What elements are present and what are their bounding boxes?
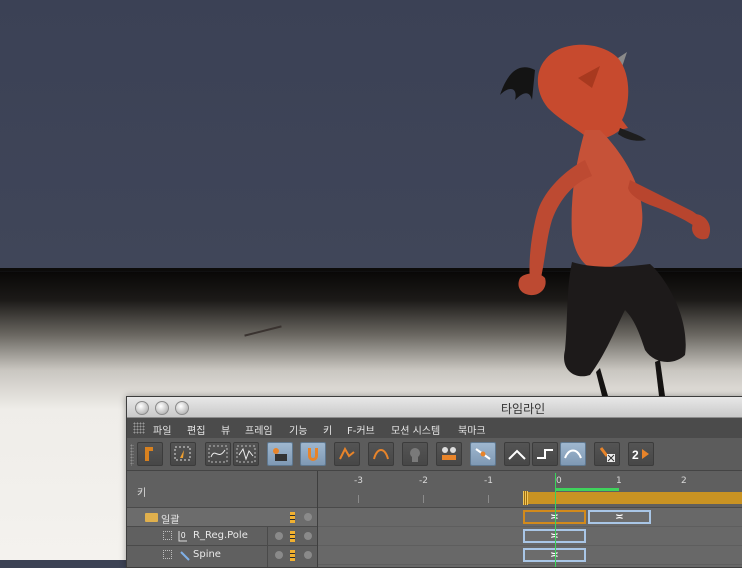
- step-icon: [537, 449, 553, 459]
- spline-button[interactable]: [560, 442, 586, 466]
- timeline-window[interactable]: 타임라인 파일 편집 뷰 프레임 기능 키 F-커브 모션 시스템 북마크 2 …: [126, 396, 742, 568]
- menu-motion-system[interactable]: 모션 시스템: [391, 422, 440, 437]
- menu-bookmark[interactable]: 북마크: [458, 422, 486, 437]
- track-list: 키 일괄 0 R_Reg.Pole Spine: [127, 471, 318, 567]
- tangent-icon: [475, 448, 491, 460]
- ruler-label: -3: [354, 476, 363, 486]
- double-key-button[interactable]: 2: [628, 442, 654, 466]
- linear-button[interactable]: [504, 442, 530, 466]
- fcurve-alt-button[interactable]: [233, 442, 259, 466]
- lock-icon[interactable]: [290, 550, 295, 561]
- bone-icon: [180, 551, 190, 561]
- ruler-tick: [488, 495, 489, 503]
- fcurve-wave-icon: [236, 445, 256, 463]
- zoom-button[interactable]: [175, 401, 189, 415]
- ruler-label: -2: [419, 476, 428, 486]
- track-label: 일괄: [161, 515, 180, 526]
- track-label: Spine: [193, 549, 221, 560]
- ruler-label: -1: [484, 476, 493, 486]
- curve-icon: [373, 449, 389, 460]
- lock-icon[interactable]: [290, 531, 295, 542]
- delete-key-icon: [599, 447, 615, 462]
- keyframe-block[interactable]: ≍: [588, 510, 651, 524]
- menu-bar: 파일 편집 뷰 프레임 기능 키 F-커브 모션 시스템 북마크: [127, 418, 742, 439]
- linear-icon: [508, 449, 526, 460]
- selection-icon: [174, 446, 191, 461]
- edit-tool-button[interactable]: [170, 442, 196, 466]
- track-label: R_Reg.Pole: [193, 530, 248, 541]
- menu-key[interactable]: 키: [323, 422, 332, 437]
- null-object-icon: 0: [178, 531, 187, 542]
- magnet-button[interactable]: [300, 442, 326, 466]
- folder-icon: [145, 513, 158, 522]
- playhead[interactable]: [555, 473, 556, 567]
- range-start-handle[interactable]: [523, 491, 528, 505]
- minimize-button[interactable]: [155, 401, 169, 415]
- timeline-toolbar: 2: [127, 438, 742, 471]
- record-key-button[interactable]: [137, 442, 163, 466]
- ghost-button[interactable]: [402, 442, 428, 466]
- fcurve-button[interactable]: [205, 442, 231, 466]
- menu-fcurve[interactable]: F-커브: [347, 422, 375, 437]
- toolbar-grip-icon[interactable]: [130, 444, 134, 466]
- current-range-indicator: [555, 488, 619, 491]
- window-title: 타임라인: [501, 402, 546, 416]
- track-row[interactable]: 0 R_Reg.Pole: [127, 527, 317, 545]
- visibility-dot-icon[interactable]: [275, 551, 283, 559]
- track-row[interactable]: Spine: [127, 546, 317, 564]
- key-track[interactable]: ≍ ≍: [318, 508, 742, 527]
- visibility-dot-icon[interactable]: [275, 532, 283, 540]
- solo-dot-icon[interactable]: [304, 532, 312, 540]
- solo-dot-icon[interactable]: [304, 513, 312, 521]
- menu-view[interactable]: 뷰: [221, 422, 230, 437]
- menu-frame[interactable]: 프레임: [245, 422, 273, 437]
- interpolation-button[interactable]: [368, 442, 394, 466]
- svg-text:0: 0: [181, 531, 186, 540]
- key-marker-icon: ≍: [615, 512, 624, 523]
- link-view-button[interactable]: [267, 442, 293, 466]
- menu-grip-icon[interactable]: [133, 422, 145, 434]
- snap-button[interactable]: [334, 442, 360, 466]
- delete-key-button[interactable]: [594, 442, 620, 466]
- fcurve-icon: [208, 445, 228, 463]
- key-area[interactable]: -3 -2 -1 0 1 2 ≍ ≍ ≍: [318, 471, 742, 567]
- lock-icon[interactable]: [290, 512, 295, 523]
- ruler-tick: [358, 495, 359, 503]
- solo-dot-icon[interactable]: [304, 551, 312, 559]
- expand-icon[interactable]: [163, 550, 172, 559]
- preview-range-bar[interactable]: [525, 492, 742, 504]
- key-header: 키: [137, 488, 147, 499]
- title-bar[interactable]: 타임라인: [127, 397, 742, 418]
- frame-ruler[interactable]: -3 -2 -1 0 1 2: [318, 471, 742, 508]
- menu-function[interactable]: 기능: [289, 422, 307, 437]
- ghost-icon: [410, 448, 420, 462]
- spline-icon: [564, 449, 582, 459]
- track-row[interactable]: 일괄: [127, 508, 317, 526]
- auto-tangent-button[interactable]: [470, 442, 496, 466]
- svg-text:2: 2: [632, 448, 639, 462]
- ruler-label: 1: [616, 476, 622, 486]
- ruler-tick: [423, 495, 424, 503]
- ruler-button[interactable]: [436, 442, 462, 466]
- menu-edit[interactable]: 편집: [187, 422, 205, 437]
- step-button[interactable]: [532, 442, 558, 466]
- key-track[interactable]: ≍: [318, 527, 742, 546]
- menu-file[interactable]: 파일: [153, 422, 171, 437]
- key-track[interactable]: ≍: [318, 546, 742, 565]
- ruler-label: 0: [556, 476, 562, 486]
- snap-icon: [339, 446, 355, 460]
- double-key-icon: 2: [632, 448, 649, 462]
- camera-link-icon: [273, 448, 287, 461]
- ruler-icon: [442, 447, 456, 460]
- expand-icon[interactable]: [163, 531, 172, 540]
- timeline-panel: 키 일괄 0 R_Reg.Pole Spine -3 -2 -1 0 1 2 ≍: [127, 471, 742, 567]
- record-key-icon: [145, 447, 153, 461]
- magnet-icon: [308, 448, 318, 461]
- close-button[interactable]: [135, 401, 149, 415]
- ruler-label: 2: [681, 476, 687, 486]
